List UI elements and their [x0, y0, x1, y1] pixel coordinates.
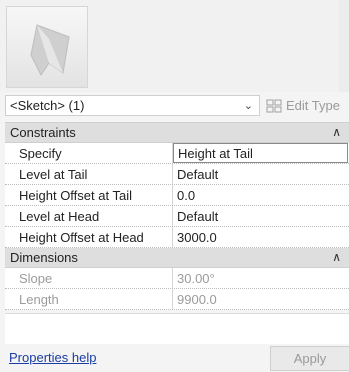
chevron-down-icon[interactable]: ⌄	[244, 99, 253, 112]
edit-type-button[interactable]: Edit Type	[266, 95, 340, 116]
property-name: Slope	[5, 268, 173, 288]
property-value[interactable]: 3000.0	[173, 227, 349, 247]
type-selector-dropdown[interactable]: <Sketch> (1) ⌄	[5, 95, 260, 116]
group-title: Dimensions	[10, 250, 78, 265]
property-value[interactable]: 0.0	[173, 185, 349, 205]
property-name: Level at Tail	[5, 164, 173, 184]
property-name: Height Offset at Head	[5, 227, 173, 247]
property-value-input[interactable]: Height at Tail	[173, 143, 348, 163]
properties-empty-area	[5, 313, 349, 344]
property-value[interactable]: Default	[173, 164, 349, 184]
collapse-icon[interactable]: ∧	[332, 125, 341, 139]
property-name: Height Offset at Tail	[5, 185, 173, 205]
property-row-length: Length 9900.0	[5, 289, 349, 310]
properties-table: Constraints ∧ Specify Height at Tail Lev…	[5, 122, 349, 310]
property-value[interactable]: Default	[173, 206, 349, 226]
property-name: Level at Head	[5, 206, 173, 226]
apply-button[interactable]: Apply	[270, 346, 349, 371]
property-value: 9900.0	[177, 291, 217, 307]
collapse-icon[interactable]: ∧	[332, 250, 341, 264]
group-header-dimensions[interactable]: Dimensions ∧	[5, 248, 349, 268]
edit-type-icon	[266, 99, 282, 112]
property-row-specify[interactable]: Specify Height at Tail	[5, 143, 349, 164]
property-value: 30.00°	[177, 270, 215, 286]
group-header-constraints[interactable]: Constraints ∧	[5, 123, 349, 143]
property-name: Specify	[5, 143, 173, 163]
property-row-slope: Slope 30.00°	[5, 268, 349, 289]
type-preview-thumbnail	[6, 6, 88, 88]
property-name: Length	[5, 289, 173, 309]
property-row-height-offset-at-tail[interactable]: Height Offset at Tail 0.0	[5, 185, 349, 206]
panel-edge	[339, 0, 349, 92]
edit-type-label: Edit Type	[286, 98, 340, 113]
property-row-height-offset-at-head[interactable]: Height Offset at Head 3000.0	[5, 227, 349, 248]
roof-icon	[30, 24, 70, 76]
property-row-level-at-head[interactable]: Level at Head Default	[5, 206, 349, 227]
group-title: Constraints	[10, 125, 76, 140]
type-selector-value: <Sketch> (1)	[10, 98, 85, 113]
properties-help-link[interactable]: Properties help	[9, 350, 96, 365]
property-row-level-at-tail[interactable]: Level at Tail Default	[5, 164, 349, 185]
